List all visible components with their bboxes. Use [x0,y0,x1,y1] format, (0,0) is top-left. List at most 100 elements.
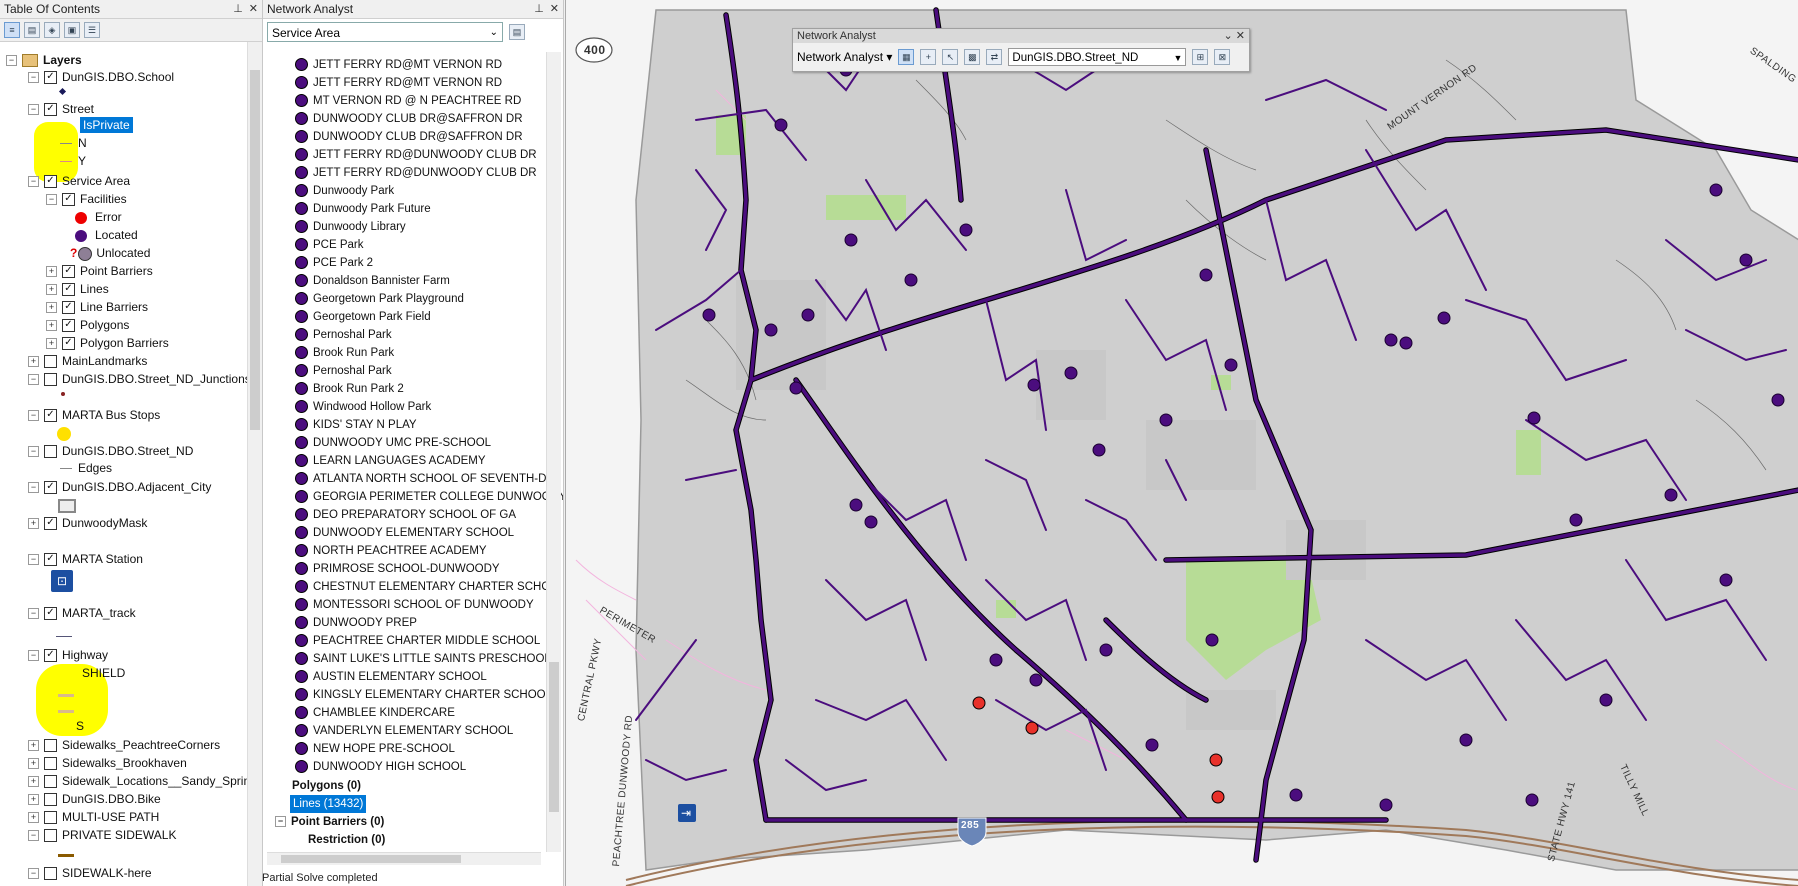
na-toolbar-title-bar[interactable]: Network Analyst ⌄ ✕ [793,29,1249,43]
category-point-barriers[interactable]: − Point Barriers (0) [275,813,384,831]
list-item[interactable]: Pernoshal Park [295,326,392,344]
list-item[interactable]: PCE Park [295,236,364,254]
layer-service-area[interactable]: − ✓ Service Area [28,173,130,189]
layer-sidewalk-sandy-springs[interactable]: + Sidewalk_Locations__Sandy_Sprin [28,773,250,789]
options-icon[interactable]: ☰ [84,22,100,38]
select-move-location-icon[interactable]: ↖ [942,49,959,65]
list-item[interactable]: AUSTIN ELEMENTARY SCHOOL [295,668,487,686]
list-item[interactable]: DUNWOODY UMC PRE-SCHOOL [295,434,491,452]
list-item[interactable]: Dunwoody Park Future [295,200,431,218]
category-lines[interactable]: Lines (13432) [290,795,367,813]
list-item[interactable]: Georgetown Park Playground [295,290,464,308]
layer-line-barriers[interactable]: + ✓ Line Barriers [46,299,148,315]
layer-private-sidewalk[interactable]: − PRIVATE SIDEWALK [28,827,176,843]
list-item[interactable]: DEO PREPARATORY SCHOOL OF GA [295,506,516,524]
category-polygons[interactable]: Polygons (0) [292,777,361,795]
na-list-scrollbar[interactable] [546,52,561,852]
list-item[interactable]: JETT FERRY RD@MT VERNON RD [295,74,502,92]
list-item[interactable]: Dunwoody Park [295,182,394,200]
na-scroll-thumb[interactable] [549,662,559,812]
list-item[interactable]: KIDS' STAY N PLAY [295,416,417,434]
list-by-drawing-order-icon[interactable]: ≡ [4,22,20,38]
build-network-icon[interactable]: ⊞ [1192,49,1209,65]
layer-sidewalks-peachtree-corners[interactable]: + Sidewalks_PeachtreeCorners [28,737,220,753]
list-item[interactable]: VANDERLYN ELEMENTARY SCHOOL [295,722,513,740]
identify-icon[interactable]: ⊠ [1214,49,1231,65]
map-view[interactable]: 400 MOUNT VERNON RD SPALDING PERIMETER C… [565,0,1798,886]
na-hscroll-thumb[interactable] [281,855,461,863]
list-item[interactable]: CHESTNUT ELEMENTARY CHARTER SCHOO [295,578,559,596]
layer-marta-station[interactable]: − ✓ MARTA Station [28,551,143,567]
layer-dunwoodymask[interactable]: + ✓ DunwoodyMask [28,515,147,531]
layer-marta-track[interactable]: − ✓ MARTA_track [28,605,136,621]
list-item[interactable]: PRIMROSE SCHOOL-DUNWOODY [295,560,500,578]
list-item[interactable]: NEW HOPE PRE-SCHOOL [295,740,455,758]
layer-street[interactable]: − ✓ Street [28,101,94,117]
layer-sidewalks-brookhaven[interactable]: + Sidewalks_Brookhaven [28,755,187,771]
layer-marta-bus-stops[interactable]: − ✓ MARTA Bus Stops [28,407,160,423]
list-by-selection-icon[interactable]: ▣ [64,22,80,38]
network-analyst-menu[interactable]: Network Analyst ▾ [797,50,892,64]
list-item[interactable]: KINGSLY ELEMENTARY CHARTER SCHOOL [295,686,552,704]
layer-adjacent-city[interactable]: − ✓ DunGIS.DBO.Adjacent_City [28,479,211,495]
list-item[interactable]: SAINT LUKE'S LITTLE SAINTS PRESCHOOL [295,650,551,668]
close-icon[interactable]: ✕ [249,3,258,15]
list-item[interactable]: Dunwoody Library [295,218,406,236]
map-canvas[interactable] [566,0,1798,886]
list-item[interactable]: DUNWOODY HIGH SCHOOL [295,758,466,776]
layer-polygons[interactable]: + ✓ Polygons [46,317,129,333]
na-hscrollbar[interactable] [267,852,541,865]
layer-school[interactable]: − ✓ DunGIS.DBO.School [28,69,174,85]
list-item[interactable]: Windwood Hollow Park [295,398,431,416]
list-item[interactable]: PEACHTREE CHARTER MIDDLE SCHOOL [295,632,540,650]
category-restriction[interactable]: Restriction (0) [308,831,385,849]
close-icon[interactable]: ✕ [550,3,559,15]
list-item[interactable]: CHAMBLEE KINDERCARE [295,704,455,722]
list-item[interactable]: NORTH PEACHTREE ACADEMY [295,542,487,560]
layer-highway[interactable]: − ✓ Highway [28,647,108,663]
list-item[interactable]: JETT FERRY RD@DUNWOODY CLUB DR [295,146,537,164]
list-item[interactable]: ATLANTA NORTH SCHOOL OF SEVENTH-DA [295,470,554,488]
layers-root[interactable]: − Layers [6,52,82,68]
network-analyst-window-icon[interactable]: ▦ [898,49,915,65]
list-by-visibility-icon[interactable]: ◈ [44,22,60,38]
layer-multi-use-path[interactable]: + MULTI-USE PATH [28,809,159,825]
analysis-layer-select[interactable]: Service Area ⌄ [267,22,503,42]
list-item[interactable]: DUNWOODY PREP [295,614,417,632]
directions-icon[interactable]: ⇄ [986,49,1003,65]
list-item[interactable]: MT VERNON RD @ N PEACHTREE RD [295,92,521,110]
layer-bike[interactable]: + DunGIS.DBO.Bike [28,791,161,807]
properties-icon[interactable]: ▤ [509,24,525,40]
list-item[interactable]: PCE Park 2 [295,254,373,272]
layer-mainlandmarks[interactable]: + MainLandmarks [28,353,147,369]
layer-lines[interactable]: + ✓ Lines [46,281,109,297]
layer-street-nd-junctions[interactable]: − DunGIS.DBO.Street_ND_Junctions [28,371,251,387]
list-item[interactable]: DUNWOODY ELEMENTARY SCHOOL [295,524,514,542]
list-item[interactable]: JETT FERRY RD@DUNWOODY CLUB DR [295,164,537,182]
pin-icon[interactable]: ⊥ [534,3,544,15]
list-item[interactable]: JETT FERRY RD@MT VERNON RD [295,56,502,74]
field-isprivate[interactable]: IsPrivate [80,117,133,133]
list-item[interactable]: Brook Run Park 2 [295,380,404,398]
toc-scroll-thumb[interactable] [250,70,260,430]
list-item[interactable]: Brook Run Park [295,344,394,362]
list-item[interactable]: Donaldson Bannister Farm [295,272,450,290]
list-item[interactable]: LEARN LANGUAGES ACADEMY [295,452,486,470]
network-dataset-select[interactable]: DunGIS.DBO.Street_ND ▼ [1008,48,1187,66]
list-item[interactable]: DUNWOODY CLUB DR@SAFFRON DR [295,128,523,146]
list-item[interactable]: Pernoshal Park [295,362,392,380]
layer-polygon-barriers[interactable]: + ✓ Polygon Barriers [46,335,169,351]
list-item[interactable]: DUNWOODY CLUB DR@SAFFRON DR [295,110,523,128]
pin-icon[interactable]: ⊥ [233,3,243,15]
toc-scrollbar[interactable] [247,42,262,886]
solve-icon[interactable]: ▩ [964,49,981,65]
close-icon[interactable]: ⌄ ✕ [1224,29,1246,43]
list-item[interactable]: GEORGIA PERIMETER COLLEGE DUNWOODY [295,488,563,506]
list-by-source-icon[interactable]: ▤ [24,22,40,38]
layer-street-nd[interactable]: − DunGIS.DBO.Street_ND [28,443,193,459]
layer-point-barriers[interactable]: + ✓ Point Barriers [46,263,153,279]
create-network-location-icon[interactable]: + [920,49,937,65]
layer-facilities[interactable]: − ✓ Facilities [46,191,127,207]
list-item[interactable]: Georgetown Park Field [295,308,431,326]
list-item[interactable]: MONTESSORI SCHOOL OF DUNWOODY [295,596,534,614]
